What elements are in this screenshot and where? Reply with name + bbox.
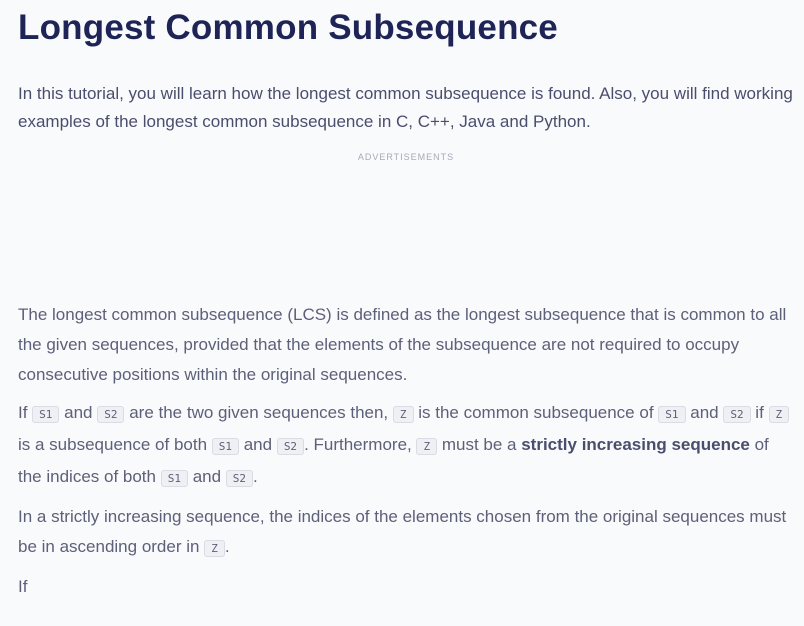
text-segment: and bbox=[59, 403, 98, 422]
text-segment: The longest common subsequence (LCS) is … bbox=[18, 305, 787, 384]
text-segment: . Furthermore, bbox=[304, 435, 417, 454]
inline-code: S2 bbox=[723, 406, 751, 423]
text-segment: is the common subsequence of bbox=[413, 403, 659, 422]
page-title: Longest Common Subsequence bbox=[18, 8, 558, 47]
inline-code: S1 bbox=[160, 470, 188, 487]
text-segment: and bbox=[239, 435, 277, 454]
text-segment: and bbox=[187, 467, 226, 486]
inline-code: S1 bbox=[32, 406, 60, 423]
text-segment: . bbox=[253, 467, 258, 486]
inline-code: Z bbox=[416, 438, 438, 455]
inline-code: Z bbox=[768, 406, 790, 423]
inline-code: S2 bbox=[276, 438, 305, 455]
inline-code: S1 bbox=[211, 438, 239, 455]
inline-code: Z bbox=[204, 540, 225, 557]
text-segment: . bbox=[224, 537, 230, 556]
advertisements-label: ADVERTISEMENTS bbox=[357, 152, 455, 162]
intro-paragraph: In this tutorial, you will learn how the… bbox=[18, 84, 793, 131]
article: Longest Common Subsequence In this tutor… bbox=[0, 0, 804, 602]
inline-code: Z bbox=[392, 406, 414, 423]
body-paragraph: If S1 and S2 are the two given sequences… bbox=[18, 398, 794, 494]
text-segment: are the two given sequences then, bbox=[124, 403, 393, 422]
text-segment: If bbox=[18, 403, 33, 422]
inline-code: S2 bbox=[225, 470, 254, 487]
text-segment: if bbox=[750, 403, 769, 422]
text-segment: In a strictly increasing sequence, the i… bbox=[18, 507, 787, 556]
body-paragraph: If bbox=[18, 572, 794, 602]
bold-text: strictly increasing sequence bbox=[521, 435, 750, 454]
inline-code: S2 bbox=[97, 406, 125, 423]
text-segment: If bbox=[18, 577, 28, 596]
text-segment: must be a bbox=[437, 435, 522, 454]
article-body: The longest common subsequence (LCS) is … bbox=[18, 300, 794, 602]
inline-code: S1 bbox=[658, 406, 686, 423]
ad-placeholder bbox=[18, 162, 794, 300]
text-segment: is a subsequence of both bbox=[18, 435, 212, 454]
body-paragraph: The longest common subsequence (LCS) is … bbox=[18, 300, 794, 390]
body-paragraph: In a strictly increasing sequence, the i… bbox=[18, 502, 794, 564]
text-segment: and bbox=[685, 403, 724, 422]
